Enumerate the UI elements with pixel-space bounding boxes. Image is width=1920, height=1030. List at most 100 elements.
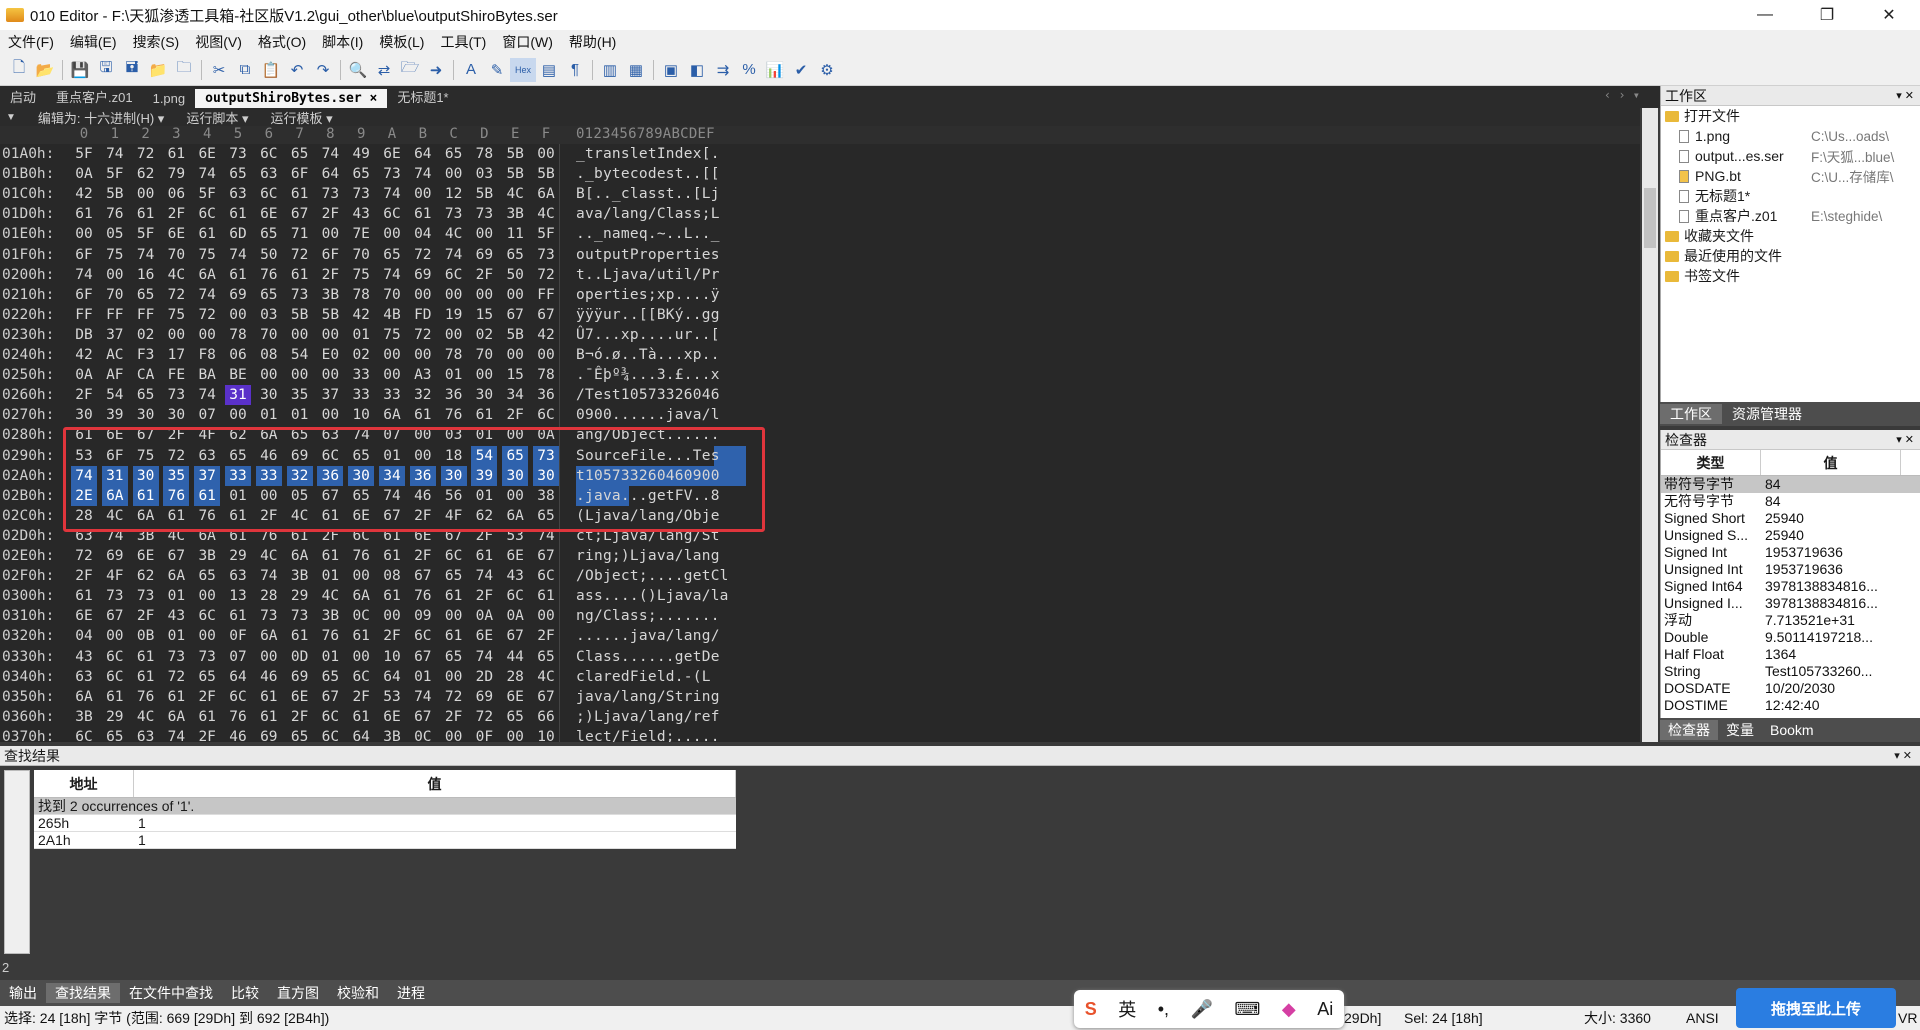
hex-byte[interactable]: 67 (410, 707, 436, 727)
hex-byte[interactable]: 00 (317, 365, 343, 385)
hex-byte[interactable]: 61 (533, 586, 559, 606)
hex-byte[interactable]: 5B (287, 305, 313, 325)
hex-byte[interactable]: 01 (163, 626, 189, 646)
hex-byte[interactable]: 2F (133, 606, 159, 626)
hex-byte[interactable]: 01 (317, 566, 343, 586)
ascii-text[interactable]: ......java/lang/ (576, 626, 746, 646)
hex-byte[interactable]: 67 (533, 305, 559, 325)
ascii-text[interactable]: ;)Ljava/lang/ref (576, 707, 746, 727)
ascii-text[interactable]: ÿÿÿur..[[BKý..gg (576, 305, 746, 325)
tab-zhongdian[interactable]: 重点客户.z01 (46, 85, 143, 108)
hex-byte[interactable]: 72 (163, 285, 189, 305)
histogram-icon[interactable]: 📊 (762, 58, 788, 82)
hex-byte[interactable]: 6C (256, 184, 282, 204)
hex-byte[interactable]: 3B (502, 204, 528, 224)
hex-byte[interactable]: 39 (102, 405, 128, 425)
skin-icon[interactable]: ◆ (1282, 999, 1296, 1020)
file-item[interactable]: 无标题1* (1661, 186, 1920, 206)
hex-byte[interactable]: 70 (348, 245, 374, 265)
hex-byte[interactable]: 61 (225, 204, 251, 224)
hex-row[interactable]: 0330h: 43 6C 61 73 73 07 00 0D 01 00 10 67 65 74 44 65 Cl… (0, 647, 760, 667)
hex-byte[interactable]: 75 (194, 245, 220, 265)
hex-byte[interactable]: 3B (194, 546, 220, 566)
hex-byte[interactable]: 2F (471, 265, 497, 285)
hex-byte[interactable]: 65 (287, 144, 313, 164)
hex-byte[interactable]: 6F (287, 164, 313, 184)
inspector-row[interactable]: 无符号字节 84 (1661, 493, 1920, 510)
inspector-row[interactable]: 浮动 7.713521e+31 (1661, 612, 1920, 629)
split-icon[interactable]: ▥ (597, 58, 623, 82)
ascii-text[interactable]: B[.._classt..[Lj (576, 184, 746, 204)
hex-byte[interactable]: 00 (348, 647, 374, 667)
col-type[interactable]: 类型 (1661, 450, 1761, 475)
hex-byte[interactable]: 74 (225, 245, 251, 265)
hex-byte[interactable]: FF (133, 305, 159, 325)
hex-byte[interactable]: 6E (194, 144, 220, 164)
hex-byte[interactable]: 11 (502, 224, 528, 244)
hex-byte[interactable]: 00 (194, 586, 220, 606)
hex-byte[interactable]: 76 (317, 626, 343, 646)
hex-byte[interactable]: 73 (533, 245, 559, 265)
col-value[interactable]: 值 (134, 770, 736, 797)
hex-byte[interactable]: 73 (163, 385, 189, 405)
ascii-text[interactable]: claredField.-(L (576, 667, 746, 687)
hex-byte[interactable]: 73 (194, 647, 220, 667)
hex-byte[interactable]: 67 (102, 606, 128, 626)
hex-byte[interactable]: 6C (102, 647, 128, 667)
hex-byte[interactable]: 00 (102, 265, 128, 285)
keyboard-icon[interactable]: ⌨ (1234, 999, 1260, 1020)
hex-byte[interactable]: 6A (194, 265, 220, 285)
hex-byte[interactable]: 61 (102, 687, 128, 707)
hex-byte[interactable]: 61 (256, 687, 282, 707)
hex-byte[interactable]: 6A (533, 184, 559, 204)
hex-byte[interactable]: 73 (133, 586, 159, 606)
hex-byte[interactable]: 74 (133, 245, 159, 265)
hex-byte[interactable]: 02 (471, 325, 497, 345)
hex-byte[interactable]: 6E (256, 204, 282, 224)
ascii-text[interactable]: .¯Êþº¾...3.£...x (576, 365, 746, 385)
menu-script[interactable]: 脚本(I) (314, 32, 371, 52)
hex-byte[interactable]: 61 (225, 606, 251, 626)
hex-byte[interactable]: 64 (379, 667, 405, 687)
ascii-text[interactable]: operties;xp....ÿ (576, 285, 746, 305)
hex-byte[interactable]: 5B (471, 184, 497, 204)
menu-format[interactable]: 格式(O) (250, 32, 314, 52)
folder-icon[interactable]: 📁 (145, 58, 171, 82)
hex-byte[interactable]: 67 (410, 566, 436, 586)
hex-byte[interactable]: 64 (410, 144, 436, 164)
hex-byte[interactable]: 61 (194, 707, 220, 727)
hex-byte[interactable]: 72 (410, 245, 436, 265)
hex-byte[interactable]: 61 (348, 707, 374, 727)
hex-byte[interactable]: 00 (348, 566, 374, 586)
ascii-text[interactable]: t..Ljava/util/Pr (576, 265, 746, 285)
hex-byte[interactable]: 00 (502, 285, 528, 305)
hex-byte[interactable]: 0A (502, 606, 528, 626)
hex-byte[interactable]: 00 (471, 224, 497, 244)
hex-byte[interactable]: 6A (287, 546, 313, 566)
hex-row[interactable]: 0250h: 0A AF CA FE BA BE 00 00 00 33 00 A3 01 00 15 78 .¯… (0, 365, 760, 385)
hex-byte[interactable]: 2F (71, 566, 97, 586)
hex-byte[interactable]: 29 (102, 707, 128, 727)
hex-byte[interactable]: 74 (256, 566, 282, 586)
hex-byte[interactable]: 6E (133, 546, 159, 566)
hex-byte[interactable]: 0C (410, 727, 436, 742)
hex-byte[interactable]: 69 (410, 265, 436, 285)
panel-controls[interactable]: ▾ ✕ (1896, 89, 1914, 102)
hex-byte[interactable]: 64 (225, 667, 251, 687)
inspector-row[interactable]: Unsigned S... 25940 (1661, 527, 1920, 544)
tab-untitled[interactable]: 无标题1* (387, 85, 458, 108)
hex-byte[interactable]: 30 (133, 405, 159, 425)
hex-byte[interactable]: 61 (256, 707, 282, 727)
inspector-row[interactable]: Unsigned Int 1953719636 (1661, 561, 1920, 578)
hex-byte[interactable]: 07 (194, 405, 220, 425)
hex-byte[interactable]: 07 (225, 647, 251, 667)
hex-byte[interactable]: 65 (225, 164, 251, 184)
hex-byte[interactable]: 3B (287, 566, 313, 586)
hex-byte[interactable]: 78 (471, 144, 497, 164)
hex-byte[interactable]: 10 (379, 647, 405, 667)
hex-byte[interactable]: 63 (225, 184, 251, 204)
hex-byte[interactable]: 6C (533, 405, 559, 425)
hex-byte[interactable]: 13 (225, 586, 251, 606)
tab-output[interactable]: 输出 (0, 983, 46, 1003)
hex-byte[interactable]: 06 (225, 345, 251, 365)
